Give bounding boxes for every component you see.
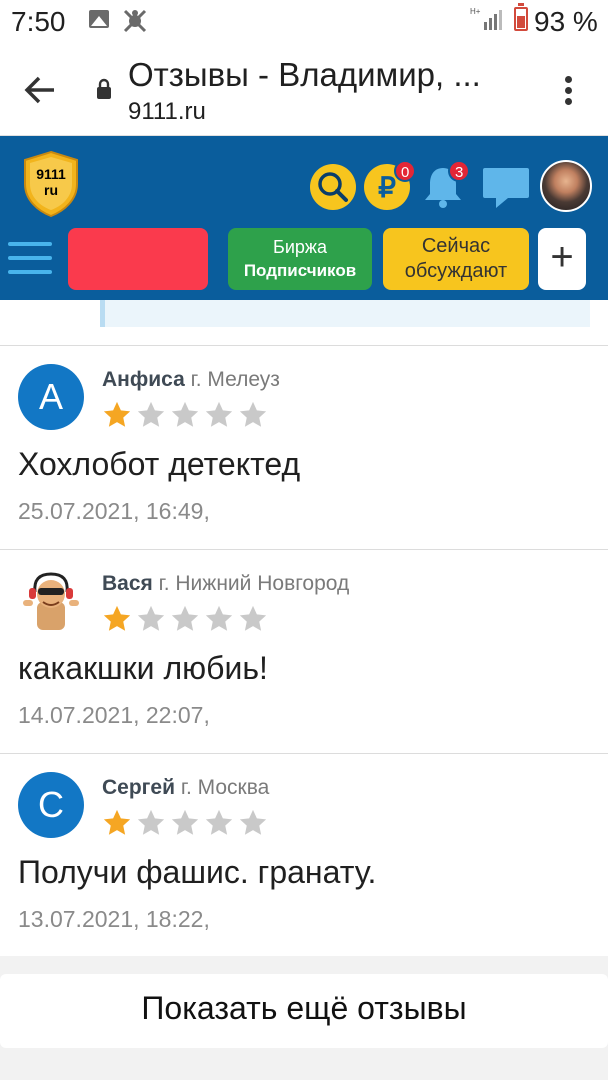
status-bar: 7:50 H+ 93 % xyxy=(0,0,608,48)
star-empty-icon xyxy=(171,809,199,835)
gallery-icon xyxy=(89,10,109,28)
nav-promo-button[interactable] xyxy=(68,228,208,290)
reviewer-info: Вася г. Нижний Новгород xyxy=(102,572,349,596)
star-empty-icon xyxy=(137,605,165,631)
nav-exchange-line1: Биржа xyxy=(273,237,327,257)
review-item: А Анфиса г. Мелеуз Хохлобот детектед 25.… xyxy=(0,346,608,550)
reviewer-info: Анфиса г. Мелеуз xyxy=(102,368,280,392)
star-empty-icon xyxy=(205,605,233,631)
nav-discussed-line1: Сейчас xyxy=(421,235,491,257)
site-logo[interactable]: 9111 ru xyxy=(22,150,80,218)
site-header: 9111 ru ₽ 0 3 Биржа Подписчиков Сейчас о… xyxy=(0,136,608,300)
star-empty-icon xyxy=(239,605,267,631)
review-text: Получи фашис. гранату. xyxy=(18,854,377,890)
reviewer-name[interactable]: Сергей xyxy=(102,776,175,799)
review-text: какакшки любиь! xyxy=(18,650,268,686)
star-empty-icon xyxy=(239,401,267,427)
signal-icon xyxy=(484,10,502,30)
logo-text-top: 9111 xyxy=(36,166,66,182)
notifications-badge: 3 xyxy=(448,160,471,182)
reviewer-avatar[interactable]: С xyxy=(18,772,84,838)
review-date: 25.07.2021, 16:49, xyxy=(18,498,210,524)
page-domain[interactable]: 9111.ru xyxy=(128,98,206,126)
star-empty-icon xyxy=(239,809,267,835)
balance-badge: 0 xyxy=(394,160,417,182)
chat-icon[interactable] xyxy=(480,162,532,210)
add-button[interactable]: + xyxy=(538,228,586,290)
rating-stars xyxy=(102,604,272,634)
browser-url-bar: Отзывы - Владимир, ... 9111.ru xyxy=(0,48,608,136)
search-icon xyxy=(318,172,348,202)
status-time: 7:50 xyxy=(11,6,66,37)
star-filled-icon xyxy=(103,401,131,427)
star-empty-icon xyxy=(171,605,199,631)
reviewer-avatar[interactable] xyxy=(18,568,84,634)
user-avatar[interactable] xyxy=(540,160,592,212)
reviewer-info: Сергей г. Москва xyxy=(102,776,269,800)
overflow-menu-icon[interactable] xyxy=(556,70,580,110)
reviewer-name[interactable]: Анфиса xyxy=(102,368,185,391)
nav-discussed-button[interactable]: Сейчас обсуждают xyxy=(383,228,529,290)
rating-stars xyxy=(102,400,272,430)
character-avatar-icon xyxy=(18,568,84,634)
bug-icon xyxy=(123,9,147,33)
lock-icon xyxy=(97,78,111,99)
reviewer-city: г. Мелеуз xyxy=(190,368,280,391)
star-empty-icon xyxy=(205,809,233,835)
reviewer-city: г. Нижний Новгород xyxy=(158,572,350,595)
reviewer-city: г. Москва xyxy=(180,776,270,799)
battery-icon xyxy=(514,3,528,31)
show-more-label: Показать ещё отзывы xyxy=(141,990,467,1026)
review-text: Хохлобот детектед xyxy=(18,446,301,482)
reviews-list: А Анфиса г. Мелеуз Хохлобот детектед 25.… xyxy=(0,300,608,956)
nav-exchange-button[interactable]: Биржа Подписчиков xyxy=(228,228,372,290)
star-empty-icon xyxy=(171,401,199,427)
search-button[interactable] xyxy=(310,164,356,210)
hamburger-menu-icon[interactable] xyxy=(8,242,52,276)
star-filled-icon xyxy=(103,605,131,631)
star-empty-icon xyxy=(205,401,233,427)
show-more-button[interactable]: Показать ещё отзывы xyxy=(0,974,608,1048)
review-item: С Сергей г. Москва Получи фашис. гранату… xyxy=(0,754,608,958)
quoted-reply-fragment xyxy=(100,300,590,327)
nav-discussed-line2: обсуждают xyxy=(404,260,508,282)
rating-stars xyxy=(102,808,272,838)
star-filled-icon xyxy=(103,809,131,835)
page-title[interactable]: Отзывы - Владимир, ... xyxy=(128,56,528,94)
review-date: 13.07.2021, 18:22, xyxy=(18,906,210,932)
reviewer-avatar[interactable]: А xyxy=(18,364,84,430)
review-date: 14.07.2021, 22:07, xyxy=(18,702,210,728)
battery-percent: 93 % xyxy=(534,6,598,37)
logo-text-bottom: ru xyxy=(44,182,58,198)
reviewer-name[interactable]: Вася xyxy=(102,572,153,595)
star-empty-icon xyxy=(137,809,165,835)
back-arrow-icon[interactable] xyxy=(20,70,60,110)
review-item: Вася г. Нижний Новгород какакшки любиь! … xyxy=(0,550,608,754)
star-empty-icon xyxy=(137,401,165,427)
nav-exchange-line2: Подписчиков xyxy=(243,261,357,280)
